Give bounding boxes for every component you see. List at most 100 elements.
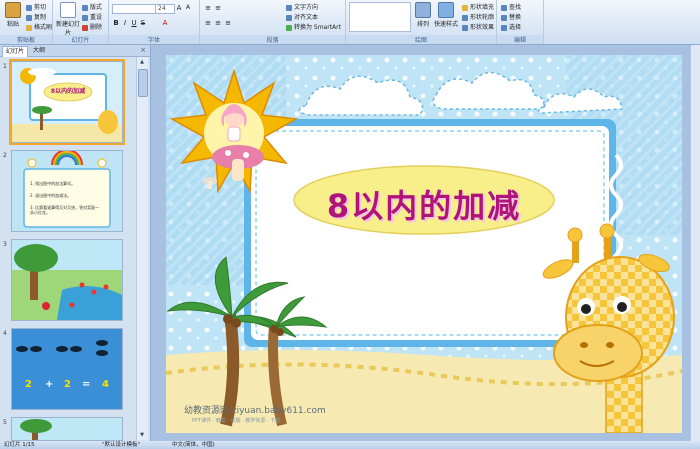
current-slide[interactable]: 8以内的加减 幼教资源网 ziyuan.baby611.com PPT课件 · … [166, 55, 682, 433]
quick-styles-icon [438, 2, 454, 18]
align-text-icon [286, 14, 292, 21]
smartart-icon [286, 24, 292, 31]
arrange-button[interactable]: 排列 [412, 2, 434, 28]
clipboard-group: 粘贴 剪切 复制 格式刷 剪贴板 [0, 0, 53, 44]
slide-4-thumbnail-art [12, 329, 122, 409]
effects-icon [462, 24, 468, 31]
scrollbar-thumb[interactable] [138, 69, 148, 97]
thumbnail-line: 1. 找出图中的加法算式。 [30, 181, 76, 186]
replace-button[interactable]: 替换 [501, 12, 521, 21]
shrink-font-button[interactable]: A [184, 4, 192, 12]
slide-1-thumbnail-art [12, 62, 122, 142]
format-painter-button[interactable]: 格式刷 [26, 22, 52, 31]
find-button[interactable]: 查找 [501, 2, 521, 11]
thumbnail-title: 8以内的加减 [50, 88, 86, 95]
pane-tabs: 幻灯片 大纲 × [0, 45, 150, 57]
slide-thumbnail-4[interactable]: 2 + 2 = 4 [11, 328, 123, 410]
editing-group-label: 编辑 [497, 35, 543, 44]
select-button[interactable]: 选择 [501, 22, 521, 31]
thumbnail-line: 3. 比赛看谁算得又对又快，答对奖励一朵小红花。 [30, 205, 100, 215]
scissors-icon [26, 4, 32, 11]
copy-button[interactable]: 复制 [26, 12, 46, 21]
editing-group: 查找 替换 选择 编辑 [497, 0, 544, 44]
text-direction-icon [286, 4, 292, 11]
thumbnail-number: 1 [3, 63, 7, 70]
paragraph-group-label: 段落 [200, 35, 345, 44]
layout-button[interactable]: 版式 [82, 2, 102, 11]
language-indicator[interactable]: 中文(简体，中国) [172, 441, 215, 449]
quick-styles-button[interactable]: 快速样式 [432, 2, 460, 28]
arrange-icon [415, 2, 431, 18]
slide-5-thumbnail-art [12, 418, 122, 440]
align-text-button[interactable]: 对齐文本 [286, 12, 318, 21]
equation-operator: = [82, 379, 91, 390]
format-painter-icon [26, 24, 32, 31]
align-right-button[interactable]: ≡ [224, 19, 232, 27]
paste-icon [5, 2, 21, 18]
delete-icon [82, 24, 88, 31]
bullets-button[interactable]: ≡ [204, 4, 212, 12]
thumbnail-number: 3 [3, 241, 7, 248]
grow-font-button[interactable]: A [175, 4, 183, 12]
font-color-button[interactable]: A [161, 19, 169, 27]
binoculars-icon [501, 4, 507, 11]
shape-effects-button[interactable]: 形状效果 [462, 22, 494, 31]
delete-slide-button[interactable]: 删除 [82, 22, 102, 31]
slide-thumbnail-3[interactable] [11, 239, 123, 321]
slide-3-thumbnail-art [12, 240, 122, 320]
numbering-button[interactable]: ≡ [214, 4, 222, 12]
equation-result: 4 [102, 379, 109, 390]
shape-fill-button[interactable]: 形状填充 [462, 2, 494, 11]
watermark-text: 幼教资源网 ziyuan.baby611.com [184, 406, 326, 416]
status-bar: 幻灯片 1/15 "默认设计模板" 中文(简体，中国) [0, 441, 700, 449]
slide-title[interactable]: 8以内的加减 [294, 181, 554, 227]
layout-icon [82, 4, 88, 11]
equation-term: 2 [25, 379, 32, 390]
paste-button[interactable]: 粘贴 [2, 2, 24, 28]
reset-button[interactable]: 重设 [82, 12, 102, 21]
font-name-select[interactable] [112, 4, 156, 14]
strikethrough-button[interactable]: S [139, 19, 147, 27]
font-size-select[interactable]: 24 [155, 4, 175, 14]
scroll-up-icon[interactable]: ▲ [138, 58, 146, 66]
shape-outline-button[interactable]: 形状轮廓 [462, 12, 494, 21]
new-slide-button[interactable]: 新建幻灯片 [56, 2, 80, 37]
tab-slides[interactable]: 幻灯片 [2, 46, 29, 57]
reset-icon [82, 14, 88, 21]
thumbnail-number: 2 [3, 152, 7, 159]
drawing-group: 排列 快速样式 形状填充 形状轮廓 形状效果 绘图 [346, 0, 497, 44]
font-group-label: 字体 [109, 35, 199, 44]
slide-counter: 幻灯片 1/15 [4, 442, 35, 448]
replace-icon [501, 14, 507, 21]
thumbnail-line: 2. 说出图中的加减法。 [30, 193, 72, 198]
font-group: 24 A A B I U S A 字体 [109, 0, 200, 44]
align-center-button[interactable]: ≡ [214, 19, 222, 27]
slide-thumbnail-2[interactable]: 1. 找出图中的加法算式。 2. 说出图中的加减法。 3. 比赛看谁算得又对又快… [11, 150, 123, 232]
shapes-gallery[interactable] [349, 2, 411, 32]
italic-button[interactable]: I [121, 19, 129, 27]
editor-scrollbar[interactable] [690, 45, 700, 441]
ribbon: 粘贴 剪切 复制 格式刷 剪贴板 新建幻灯片 版式 重设 删除 幻灯片 24 A… [0, 0, 700, 45]
cut-button[interactable]: 剪切 [26, 2, 46, 11]
underline-button[interactable]: U [130, 19, 138, 27]
tab-outline[interactable]: 大纲 [30, 46, 48, 56]
close-icon[interactable]: × [140, 46, 146, 54]
pen-icon [462, 14, 468, 21]
slides-pane: 幻灯片 大纲 × 1 8以内的加减 2 1. 找出图中的加法算式。 2. 说出图… [0, 45, 151, 441]
equation-operator: + [45, 379, 54, 390]
drawing-group-label: 绘图 [346, 35, 496, 44]
thumbnail-number: 5 [3, 419, 7, 426]
new-slide-icon [60, 2, 76, 18]
scroll-down-icon[interactable]: ▼ [138, 431, 146, 439]
slide-editor-canvas: 8以内的加减 幼教资源网 ziyuan.baby611.com PPT课件 · … [151, 45, 700, 441]
thumbnail-scrollbar[interactable]: ▲ ▼ [136, 57, 148, 440]
slide-thumbnail-1[interactable]: 8以内的加减 [9, 59, 125, 145]
align-left-button[interactable]: ≡ [204, 19, 212, 27]
smartart-button[interactable]: 转换为 SmartArt [286, 22, 341, 31]
thumbnail-number: 4 [3, 330, 7, 337]
text-direction-button[interactable]: 文字方向 [286, 2, 318, 11]
theme-name[interactable]: "默认设计模板" [102, 441, 140, 449]
slide-thumbnail-5[interactable] [11, 417, 123, 441]
paint-bucket-icon [462, 4, 468, 11]
bold-button[interactable]: B [112, 19, 120, 27]
